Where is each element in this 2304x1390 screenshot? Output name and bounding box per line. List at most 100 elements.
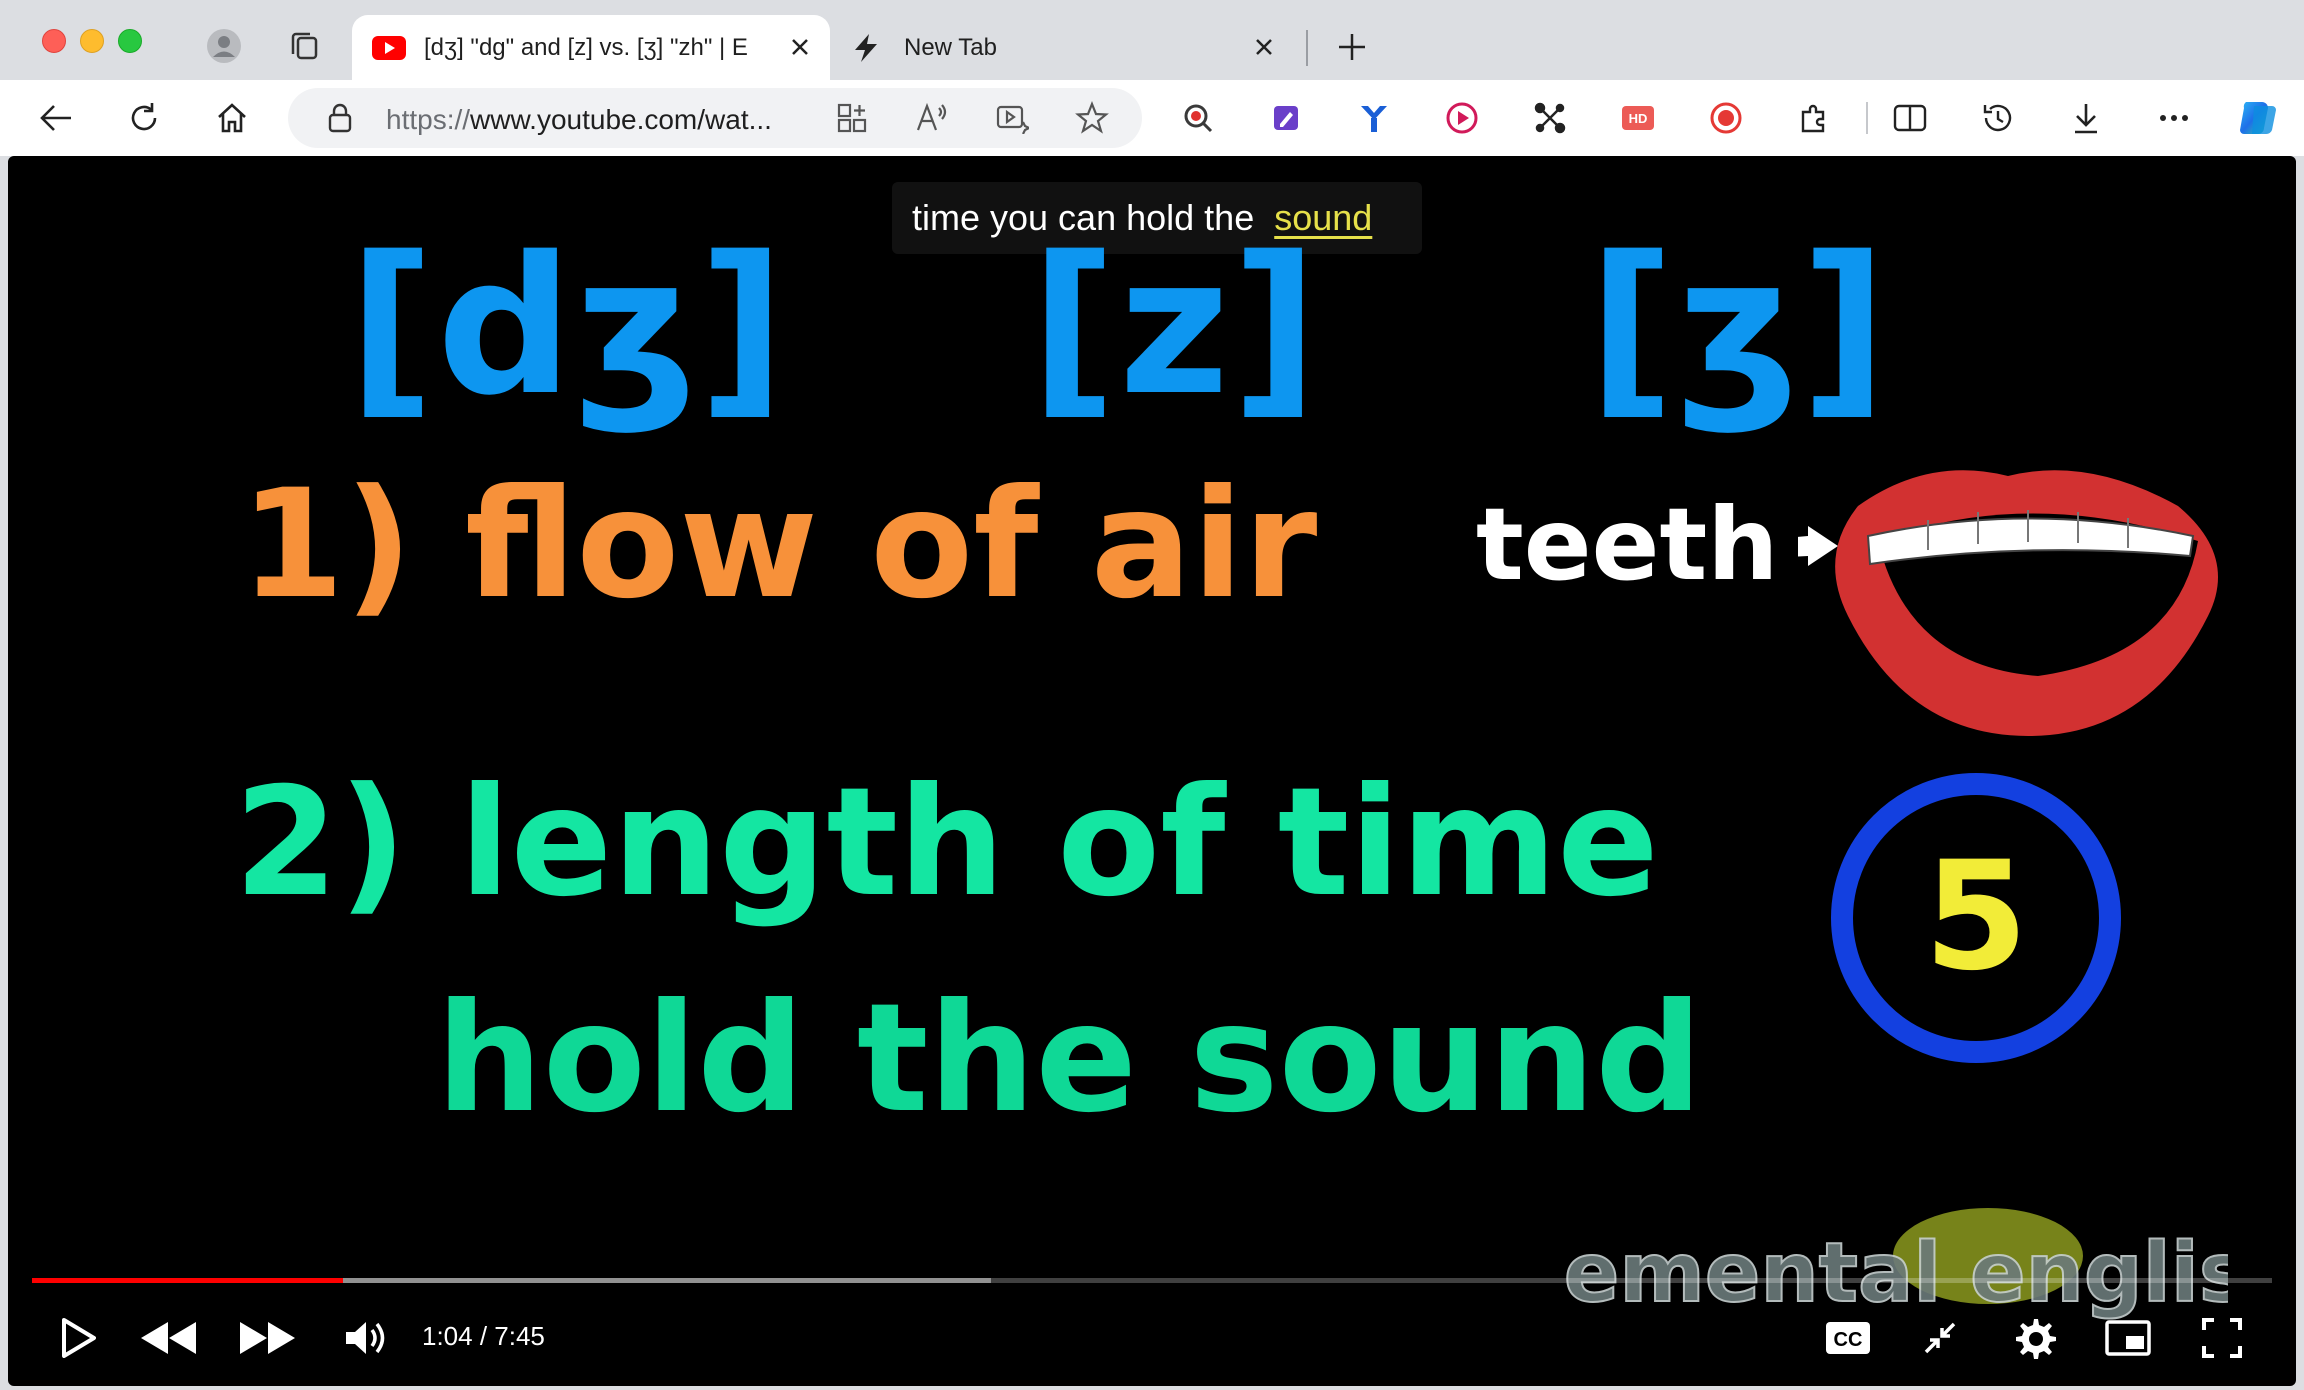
home-icon: [218, 103, 246, 133]
volume-button[interactable]: [334, 1306, 398, 1370]
teeth-label: teeth: [1476, 486, 1779, 603]
tab-collection-icon: [291, 32, 318, 60]
tab-title: [dʒ] "dg" and [z] vs. [ʒ] "zh" | E: [424, 33, 748, 61]
tab-strip: [dʒ] "dg" and [z] vs. [ʒ] "zh" | E New T…: [0, 0, 2304, 80]
subtitles-button[interactable]: CC: [1816, 1306, 1880, 1370]
gear-icon: [2016, 1319, 2056, 1359]
video-sparkle-icon: [996, 105, 1029, 134]
lightning-icon: [855, 33, 877, 62]
record-icon: [1710, 102, 1742, 134]
puzzle-icon: [1801, 104, 1825, 133]
new-tab-button[interactable]: [1330, 25, 1374, 69]
extension-edit-button[interactable]: [1260, 92, 1312, 144]
miniplayer-button[interactable]: [2096, 1306, 2160, 1370]
settings-button[interactable]: [2002, 1306, 2066, 1370]
refresh-icon: [131, 103, 157, 131]
point-length-of-time: 2) length of time: [234, 756, 1659, 930]
ipa-symbol-z: [z]: [1030, 216, 1321, 437]
fullscreen-icon: [2202, 1318, 2242, 1358]
volume-icon: [346, 1322, 385, 1354]
url-text[interactable]: https://www.youtube.com/wat...: [386, 104, 806, 136]
extension-y-button[interactable]: [1348, 92, 1400, 144]
profile-icon: [207, 29, 241, 63]
pen-note-icon: [1274, 106, 1298, 130]
fast-forward-icon: [240, 1322, 295, 1354]
video-enhance-button[interactable]: [988, 94, 1036, 142]
tab-new-tab[interactable]: New Tab: [840, 15, 1280, 80]
copilot-icon: [2240, 102, 2276, 135]
fast-forward-button[interactable]: [236, 1306, 300, 1370]
timer-circle: 5: [1831, 773, 2121, 1063]
time-display: 1:04 / 7:45: [422, 1321, 545, 1351]
site-info-button[interactable]: [316, 94, 364, 142]
extensions-button[interactable]: [1788, 92, 1840, 144]
play-circle-icon: [1446, 102, 1478, 134]
magnifier-red-icon: [1184, 104, 1213, 133]
star-icon: [1075, 101, 1109, 134]
tab-title: New Tab: [904, 33, 997, 61]
cc-icon: CC: [1826, 1322, 1870, 1354]
point-flow-of-air: 1) flow of air: [240, 458, 1318, 632]
collapse-arrows-icon: [1924, 1322, 1956, 1354]
rewind-button[interactable]: [136, 1306, 200, 1370]
ipa-symbol-zh: [ʒ]: [1588, 216, 1890, 437]
svg-text:HD: HD: [1629, 111, 1648, 126]
more-menu-button[interactable]: [2148, 92, 2200, 144]
refresh-button[interactable]: [118, 92, 170, 144]
downloads-button[interactable]: [2060, 92, 2112, 144]
svg-text:CC: CC: [1834, 1329, 1863, 1351]
history-button[interactable]: [1972, 92, 2024, 144]
progress-played: [32, 1278, 343, 1283]
autoplay-button[interactable]: [1908, 1306, 1972, 1370]
arrow-left-icon: [40, 105, 71, 131]
ipa-symbol-dg: [dʒ]: [348, 216, 788, 437]
extension-hd-button[interactable]: HD: [1612, 92, 1664, 144]
extension-nodes-button[interactable]: [1524, 92, 1576, 144]
close-window-button[interactable]: [42, 29, 66, 53]
video-player[interactable]: time you can hold the sound [dʒ] [z] [ʒ]…: [8, 156, 2296, 1386]
close-tab-button[interactable]: [784, 31, 816, 63]
miniplayer-icon: [2105, 1320, 2151, 1356]
close-icon: [1256, 39, 1272, 55]
plus-icon: [1339, 34, 1365, 60]
fullscreen-button[interactable]: [2190, 1306, 2254, 1370]
browser-window: [dʒ] "dg" and [z] vs. [ʒ] "zh" | E New T…: [0, 0, 2304, 1390]
home-button[interactable]: [206, 92, 258, 144]
play-button[interactable]: [46, 1306, 110, 1370]
minimize-window-button[interactable]: [80, 29, 104, 53]
back-button[interactable]: [30, 92, 82, 144]
nodes-icon: [1534, 102, 1566, 134]
apps-icon: [837, 103, 867, 133]
workspaces-button[interactable]: [282, 24, 326, 68]
close-icon: [792, 39, 808, 55]
address-bar[interactable]: https://www.youtube.com/wat...: [288, 88, 1142, 148]
tab-separator: [1306, 30, 1308, 66]
app-available-button[interactable]: [828, 94, 876, 142]
maximize-window-button[interactable]: [118, 29, 142, 53]
play-icon: [62, 1318, 96, 1358]
read-aloud-icon: [916, 102, 947, 131]
timer-number: 5: [1924, 830, 2028, 1004]
extension-search-button[interactable]: [1172, 92, 1224, 144]
history-icon: [1983, 104, 2012, 132]
split-screen-button[interactable]: [1884, 92, 1936, 144]
youtube-icon: [372, 35, 406, 60]
toolbar-divider: [1866, 102, 1868, 134]
mouth-illustration: [1798, 470, 2218, 736]
point-hold-the-sound: hold the sound: [436, 972, 1703, 1146]
ellipsis-icon: [2160, 115, 2188, 121]
browser-toolbar: https://www.youtube.com/wat... HD: [0, 80, 2304, 156]
copilot-button[interactable]: [2232, 92, 2284, 144]
lock-icon: [328, 103, 352, 133]
profile-button[interactable]: [202, 24, 246, 68]
extension-play-button[interactable]: [1436, 92, 1488, 144]
download-icon: [2075, 104, 2097, 134]
read-aloud-button[interactable]: [908, 94, 956, 142]
hd-icon: HD: [1622, 106, 1654, 130]
rewind-icon: [141, 1322, 196, 1354]
tab-youtube[interactable]: [dʒ] "dg" and [z] vs. [ʒ] "zh" | E: [352, 15, 830, 80]
extension-record-button[interactable]: [1700, 92, 1752, 144]
split-screen-icon: [1893, 104, 1927, 132]
favorite-button[interactable]: [1068, 94, 1116, 142]
close-tab-button[interactable]: [1248, 31, 1280, 63]
